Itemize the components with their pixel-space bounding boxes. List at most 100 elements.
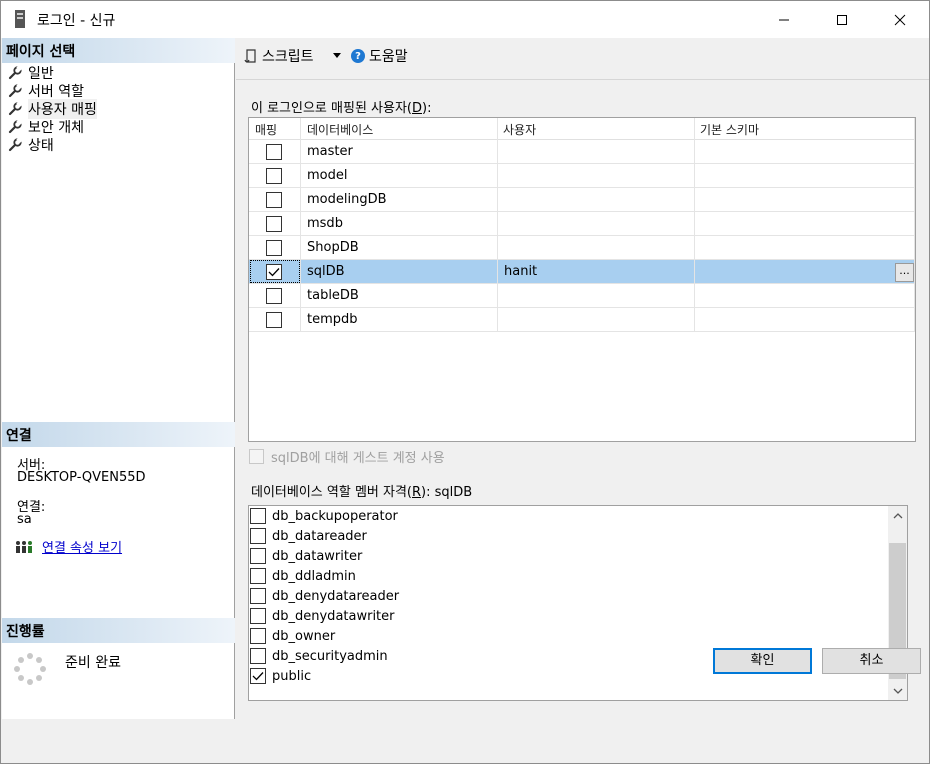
mapping-row[interactable]: master: [249, 140, 915, 164]
wrench-icon: [8, 84, 24, 98]
help-icon: ?: [351, 49, 365, 63]
role-item[interactable]: db_securityadmin: [250, 646, 388, 666]
column-header-mapped[interactable]: 매핑: [255, 121, 277, 138]
role-checkbox[interactable]: [250, 648, 266, 664]
script-button[interactable]: 스크립트: [244, 46, 314, 66]
progress-header: 진행률: [2, 618, 235, 643]
role-name: db_denydatareader: [272, 588, 400, 604]
left-panel: 페이지 선택 일반 서버 역할 사용자 매핑 보안 개체 상태 연결 서버: DESKT…: [2, 38, 235, 719]
help-label: 도움말: [369, 49, 408, 65]
role-item[interactable]: db_denydatareader: [250, 586, 399, 606]
map-checkbox[interactable]: [266, 168, 282, 184]
role-name: db_datawriter: [272, 548, 363, 564]
close-button[interactable]: [871, 1, 929, 38]
wrench-icon: [8, 120, 24, 134]
scroll-up-button[interactable]: [888, 506, 907, 525]
column-header-database[interactable]: 데이터베이스: [307, 121, 373, 138]
page-nav: 일반 서버 역할 사용자 매핑 보안 개체 상태: [2, 64, 235, 154]
mapping-row[interactable]: sqlDB hanit...: [249, 260, 915, 284]
database-cell[interactable]: ShopDB: [307, 240, 359, 255]
database-cell[interactable]: msdb: [307, 216, 343, 231]
window-title: 로그인 - 신규: [37, 13, 116, 29]
nav-item[interactable]: 상태: [2, 136, 235, 154]
role-item[interactable]: public: [250, 666, 311, 686]
maximize-icon: [837, 14, 847, 25]
close-icon: [894, 14, 906, 25]
role-checkbox[interactable]: [250, 548, 266, 564]
guest-account-row: sqlDB에 대해 게스트 계정 사용: [249, 447, 445, 466]
database-cell[interactable]: master: [307, 144, 353, 159]
nav-item[interactable]: 사용자 매핑: [2, 99, 235, 119]
column-header-user[interactable]: 사용자: [503, 121, 536, 138]
minimize-button[interactable]: [755, 1, 813, 38]
mapping-row[interactable]: model: [249, 164, 915, 188]
wrench-icon: [8, 102, 24, 116]
column-divider: [300, 118, 301, 332]
mapping-row[interactable]: msdb: [249, 212, 915, 236]
role-item[interactable]: db_denydatawriter: [250, 606, 395, 626]
progress-spinner-icon: [14, 653, 46, 685]
role-checkbox[interactable]: [250, 668, 266, 684]
guest-account-checkbox[interactable]: [249, 449, 264, 464]
mapping-row[interactable]: tableDB: [249, 284, 915, 308]
database-cell[interactable]: modelingDB: [307, 192, 387, 207]
column-divider: [497, 118, 498, 332]
user-cell[interactable]: hanit: [504, 264, 537, 279]
role-item[interactable]: db_backupoperator: [250, 506, 398, 526]
database-cell[interactable]: sqlDB: [307, 264, 345, 279]
role-membership-label: 데이터베이스 역할 멤버 자격(R): sqlDB: [251, 485, 473, 500]
grid-header: 매핑 데이터베이스 사용자 기본 스키마: [249, 118, 915, 140]
ok-button[interactable]: 확인: [713, 648, 812, 674]
nav-item-label: 보안 개체: [28, 120, 84, 136]
map-checkbox[interactable]: [266, 288, 282, 304]
role-checkbox[interactable]: [250, 628, 266, 644]
mapping-row[interactable]: modelingDB: [249, 188, 915, 212]
scroll-down-button[interactable]: [888, 681, 907, 700]
map-checkbox[interactable]: [266, 264, 282, 280]
database-cell[interactable]: model: [307, 168, 347, 183]
role-name: db_backupoperator: [272, 508, 398, 524]
map-checkbox[interactable]: [266, 240, 282, 256]
role-checkbox[interactable]: [250, 568, 266, 584]
chevron-down-icon: [893, 688, 902, 694]
help-button[interactable]: ? 도움말: [351, 46, 408, 66]
map-checkbox[interactable]: [266, 312, 282, 328]
role-item[interactable]: db_datawriter: [250, 546, 362, 566]
nav-item[interactable]: 보안 개체: [2, 118, 235, 136]
nav-item[interactable]: 서버 역할: [2, 82, 235, 100]
role-item[interactable]: db_datareader: [250, 526, 367, 546]
database-cell[interactable]: tempdb: [307, 312, 358, 327]
server-app-icon: [15, 10, 25, 28]
column-divider: [914, 118, 915, 332]
role-name: db_denydatawriter: [272, 608, 395, 624]
server-value: DESKTOP-QVEN55D: [17, 470, 146, 485]
column-header-default-schema[interactable]: 기본 스키마: [700, 121, 759, 138]
maximize-button[interactable]: [813, 1, 871, 38]
mapped-users-label: 이 로그인으로 매핑된 사용자(D):: [251, 101, 432, 116]
script-label: 스크립트: [262, 49, 314, 65]
minimize-icon: [779, 19, 789, 20]
map-checkbox[interactable]: [266, 216, 282, 232]
nav-item-label: 일반: [28, 66, 54, 82]
role-checkbox[interactable]: [250, 528, 266, 544]
cancel-button[interactable]: 취소: [822, 648, 921, 674]
title-bar: 로그인 - 신규: [1, 1, 929, 38]
chevron-up-icon: [893, 512, 902, 518]
role-checkbox[interactable]: [250, 588, 266, 604]
view-connection-properties-link[interactable]: 연결 속성 보기: [42, 537, 122, 556]
role-checkbox[interactable]: [250, 508, 266, 524]
browse-schema-button[interactable]: ...: [895, 263, 914, 282]
role-item[interactable]: db_ddladmin: [250, 566, 356, 586]
role-name: db_securityadmin: [272, 648, 388, 664]
mapping-row[interactable]: ShopDB: [249, 236, 915, 260]
nav-item[interactable]: 일반: [2, 64, 235, 82]
map-checkbox[interactable]: [266, 192, 282, 208]
pages-header: 페이지 선택: [2, 38, 235, 63]
role-item[interactable]: db_owner: [250, 626, 335, 646]
role-name: db_ddladmin: [272, 568, 356, 584]
mapping-row[interactable]: tempdb: [249, 308, 915, 332]
role-checkbox[interactable]: [250, 608, 266, 624]
map-checkbox[interactable]: [266, 144, 282, 160]
script-dropdown-arrow-icon[interactable]: [333, 53, 341, 58]
database-cell[interactable]: tableDB: [307, 288, 359, 303]
